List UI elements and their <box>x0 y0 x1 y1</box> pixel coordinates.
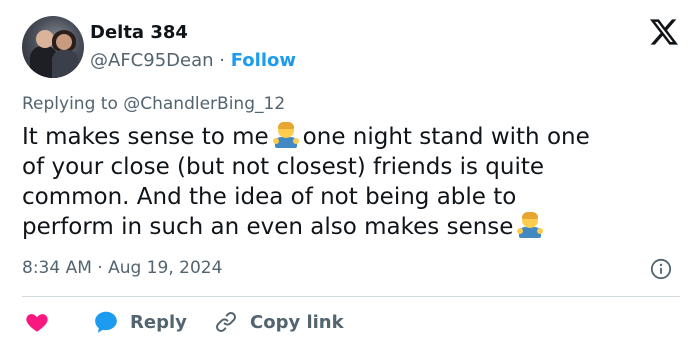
tweet-line-1b: one night stand with one <box>302 124 590 150</box>
author-handle[interactable]: @AFC95Dean <box>90 50 214 71</box>
heart-icon <box>26 314 48 332</box>
copy-link-label: Copy link <box>250 311 344 333</box>
tweet-line-4: perform in such an even also makes sense <box>22 214 514 240</box>
replying-to: Replying to @ChandlerBing_12 <box>22 94 285 114</box>
info-icon[interactable] <box>650 258 672 280</box>
tweet-header: Delta 384 @AFC95Dean · Follow <box>22 16 682 80</box>
separator-dot: · <box>219 50 225 71</box>
author-handle-row: @AFC95Dean · Follow <box>90 50 296 71</box>
reply-bubble-icon <box>95 311 117 333</box>
person-shrugging-icon <box>272 122 299 148</box>
x-logo-icon[interactable] <box>650 18 678 46</box>
tweet-line-2: of your close (but not closest) friends … <box>22 154 545 180</box>
reply-label: Reply <box>130 311 187 333</box>
link-icon <box>216 312 236 332</box>
reply-mention[interactable]: @ChandlerBing_12 <box>123 94 285 114</box>
tweet-text: It makes sense to me one night stand with… <box>22 122 682 242</box>
person-shrugging-icon <box>517 212 544 238</box>
copy-link-button[interactable]: Copy link <box>214 308 344 336</box>
action-bar: Reply Copy link <box>22 308 682 336</box>
tweet-timestamp[interactable]: 8:34 AM · Aug 19, 2024 <box>22 258 222 278</box>
divider <box>22 296 680 297</box>
tweet-line-3: common. And the idea of not being able t… <box>22 184 517 210</box>
tweet-line-1a: It makes sense to me <box>22 124 269 150</box>
like-button[interactable] <box>24 308 50 336</box>
reply-button[interactable]: Reply <box>92 308 187 336</box>
replying-prefix: Replying to <box>22 94 118 114</box>
avatar[interactable] <box>22 16 84 78</box>
follow-button[interactable]: Follow <box>231 50 296 71</box>
author-name[interactable]: Delta 384 <box>90 22 188 43</box>
